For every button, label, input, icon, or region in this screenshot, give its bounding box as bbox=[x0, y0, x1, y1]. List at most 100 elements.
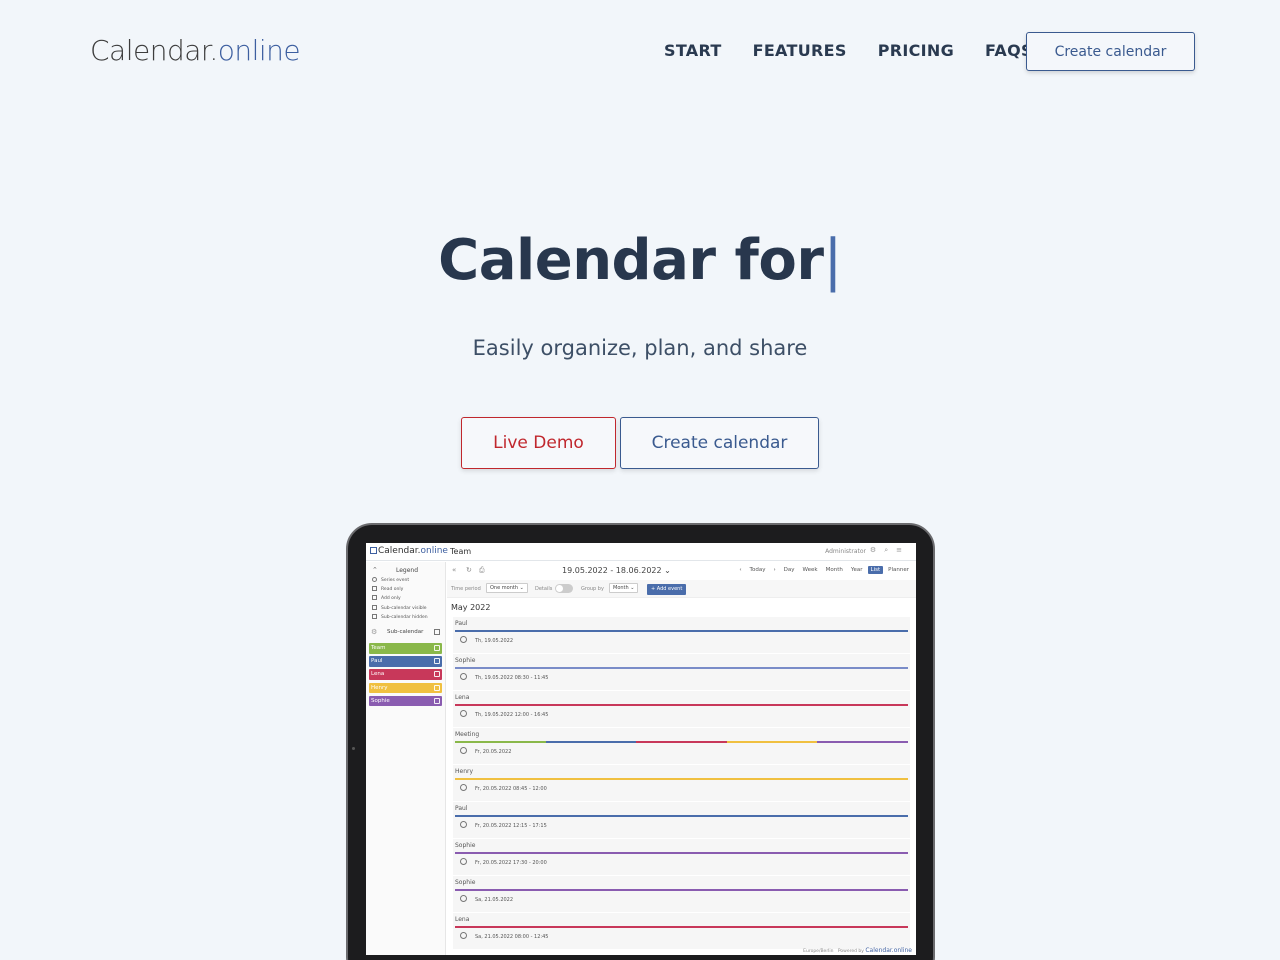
subcalendar-item[interactable]: Sophie bbox=[369, 695, 442, 707]
chevron-up-icon: ⌃ bbox=[372, 566, 378, 574]
event-row[interactable]: Paul Th, 19.05.2022 bbox=[453, 617, 910, 654]
event-row[interactable]: Sophie Fr, 20.05.2022 17:30 - 20:00 bbox=[453, 839, 910, 876]
subcalendar-label: Sophie bbox=[371, 697, 390, 704]
event-row[interactable]: Henry Fr, 20.05.2022 08:45 - 12:00 bbox=[453, 765, 910, 802]
add-only-icon bbox=[372, 595, 377, 601]
clock-icon bbox=[460, 710, 467, 717]
date-range[interactable]: 19.05.2022 - 18.06.2022 ⌄ bbox=[562, 566, 671, 575]
event-time: Sa, 21.05.2022 08:00 - 12:45 bbox=[475, 934, 549, 940]
event-title: Sophie bbox=[455, 842, 476, 849]
group-by-value: Month bbox=[613, 585, 629, 591]
views-slot: Day Week Month Year List Planner bbox=[781, 566, 912, 574]
app-main: « ↻ ⎙ 19.05.2022 - 18.06.2022 ⌄ ‹ Today … bbox=[447, 562, 916, 955]
view-tab[interactable]: Planner bbox=[885, 566, 912, 574]
view-tab[interactable]: Day bbox=[781, 566, 798, 574]
checkbox-icon[interactable] bbox=[434, 658, 440, 665]
print-icon[interactable]: ⎙ bbox=[479, 566, 485, 575]
subcalendar-item[interactable]: Lena bbox=[369, 669, 442, 680]
event-color-bar bbox=[455, 741, 908, 743]
event-color-bar bbox=[455, 704, 908, 706]
event-row[interactable]: Sophie Sa, 21.05.2022 bbox=[453, 876, 910, 913]
event-row[interactable]: Lena Sa, 21.05.2022 08:00 - 12:45 bbox=[453, 913, 910, 950]
nav-start[interactable]: START bbox=[664, 41, 722, 60]
legend-item: Sub-calendar hidden bbox=[366, 613, 445, 622]
group-by-select[interactable]: Month ⌄ bbox=[609, 583, 639, 593]
legend-header: ⌃ Legend bbox=[366, 562, 445, 576]
view-tab[interactable]: Week bbox=[800, 566, 821, 574]
tablet-camera bbox=[352, 747, 355, 750]
timezone-label: Europe/Berlin bbox=[803, 949, 834, 954]
gear-icon: ⚙ bbox=[869, 546, 885, 554]
create-calendar-button[interactable]: Create calendar bbox=[620, 417, 819, 469]
site-logo[interactable]: Calendar.online bbox=[90, 34, 301, 67]
main-nav: START FEATURES PRICING FAQS bbox=[664, 41, 1033, 60]
time-period-select[interactable]: One month ⌄ bbox=[486, 583, 528, 593]
clock-icon bbox=[460, 747, 467, 754]
view-tab[interactable]: List bbox=[867, 566, 884, 574]
legend-item: Series event bbox=[366, 576, 445, 585]
add-event-button[interactable]: + Add event bbox=[647, 584, 687, 595]
hero-title: Calendar for| bbox=[0, 228, 1280, 293]
color-segment bbox=[817, 741, 908, 743]
checkbox-icon[interactable] bbox=[434, 671, 440, 678]
subcalendar-list: Team Paul Lena Henry Sophie bbox=[366, 642, 445, 707]
gear-icon: ⚙ bbox=[371, 627, 378, 636]
live-demo-button[interactable]: Live Demo bbox=[461, 417, 616, 469]
event-title: Lena bbox=[455, 916, 470, 923]
event-title: Sophie bbox=[455, 657, 476, 664]
today-button[interactable]: Today bbox=[747, 566, 769, 574]
date-range-text: 19.05.2022 - 18.06.2022 bbox=[562, 566, 662, 575]
event-color-bar bbox=[455, 778, 908, 780]
event-row[interactable]: Paul Fr, 20.05.2022 12:15 - 17:15 bbox=[453, 802, 910, 839]
app-logo: Calendar.online bbox=[370, 546, 448, 556]
color-segment bbox=[455, 741, 546, 743]
event-row[interactable]: Sophie Th, 19.05.2022 08:30 - 11:45 bbox=[453, 654, 910, 691]
app-calendar-name: Team bbox=[450, 547, 472, 556]
legend-item: Sub-calendar visible bbox=[366, 604, 445, 613]
event-color-bar bbox=[455, 852, 908, 854]
view-tab[interactable]: Month bbox=[823, 566, 846, 574]
clock-icon bbox=[460, 895, 467, 902]
subcalendar-item[interactable]: Henry bbox=[369, 682, 442, 694]
event-title: Sophie bbox=[455, 879, 476, 886]
subcalendar-label: Paul bbox=[371, 658, 383, 665]
nav-pricing[interactable]: PRICING bbox=[878, 41, 954, 60]
header-create-calendar-button[interactable]: Create calendar bbox=[1026, 32, 1195, 71]
event-time: Fr, 20.05.2022 08:45 - 12:00 bbox=[475, 786, 547, 792]
logo-text: Calendar. bbox=[90, 34, 218, 67]
next-icon[interactable]: › bbox=[770, 566, 778, 574]
subcalendar-item[interactable]: Team bbox=[369, 642, 442, 654]
details-toggle[interactable] bbox=[555, 584, 573, 593]
view-tab[interactable]: Year bbox=[848, 566, 866, 574]
event-title: Paul bbox=[455, 620, 468, 627]
subcalendar-title: Sub-calendar bbox=[387, 628, 424, 635]
event-color-bar bbox=[455, 630, 908, 632]
clock-icon bbox=[460, 932, 467, 939]
view-switcher: ‹ Today › Day Week Month Year List Planner bbox=[736, 566, 912, 574]
clock-icon bbox=[460, 636, 467, 643]
legend-label: Sub-calendar visible bbox=[381, 605, 427, 611]
search-icon: ⌕ bbox=[884, 546, 897, 554]
app-top-icons: ⚙⌕≡ bbox=[870, 546, 910, 555]
time-period-value: One month bbox=[490, 585, 518, 591]
subcalendar-item[interactable]: Paul bbox=[369, 656, 442, 667]
checkbox-icon[interactable] bbox=[434, 644, 440, 651]
app-header: Calendar.online Team Administrator ⚙⌕≡ bbox=[366, 543, 916, 561]
refresh-icon[interactable]: ↻ bbox=[466, 566, 472, 574]
checkbox-icon[interactable] bbox=[434, 697, 440, 704]
event-row[interactable]: Meeting Fr, 20.05.2022 bbox=[453, 728, 910, 765]
event-title: Henry bbox=[455, 768, 474, 775]
group-by-label: Group by bbox=[581, 586, 604, 592]
prev-icon[interactable]: ‹ bbox=[736, 566, 744, 574]
legend-label: Add only bbox=[381, 596, 401, 602]
collapse-icon[interactable]: « bbox=[452, 566, 456, 574]
event-row[interactable]: Lena Th, 19.05.2022 12:00 - 16:45 bbox=[453, 691, 910, 728]
nav-features[interactable]: FEATURES bbox=[753, 41, 847, 60]
checkbox-empty-icon bbox=[372, 613, 377, 619]
menu-icon: ≡ bbox=[896, 546, 910, 554]
checkbox-icon[interactable] bbox=[434, 684, 440, 691]
color-segment bbox=[545, 741, 637, 743]
app-sidebar: ⌃ Legend Series event Read only Add only … bbox=[366, 562, 446, 955]
checkbox-icon[interactable] bbox=[434, 628, 440, 635]
event-time: Th, 19.05.2022 08:30 - 11:45 bbox=[475, 675, 549, 681]
